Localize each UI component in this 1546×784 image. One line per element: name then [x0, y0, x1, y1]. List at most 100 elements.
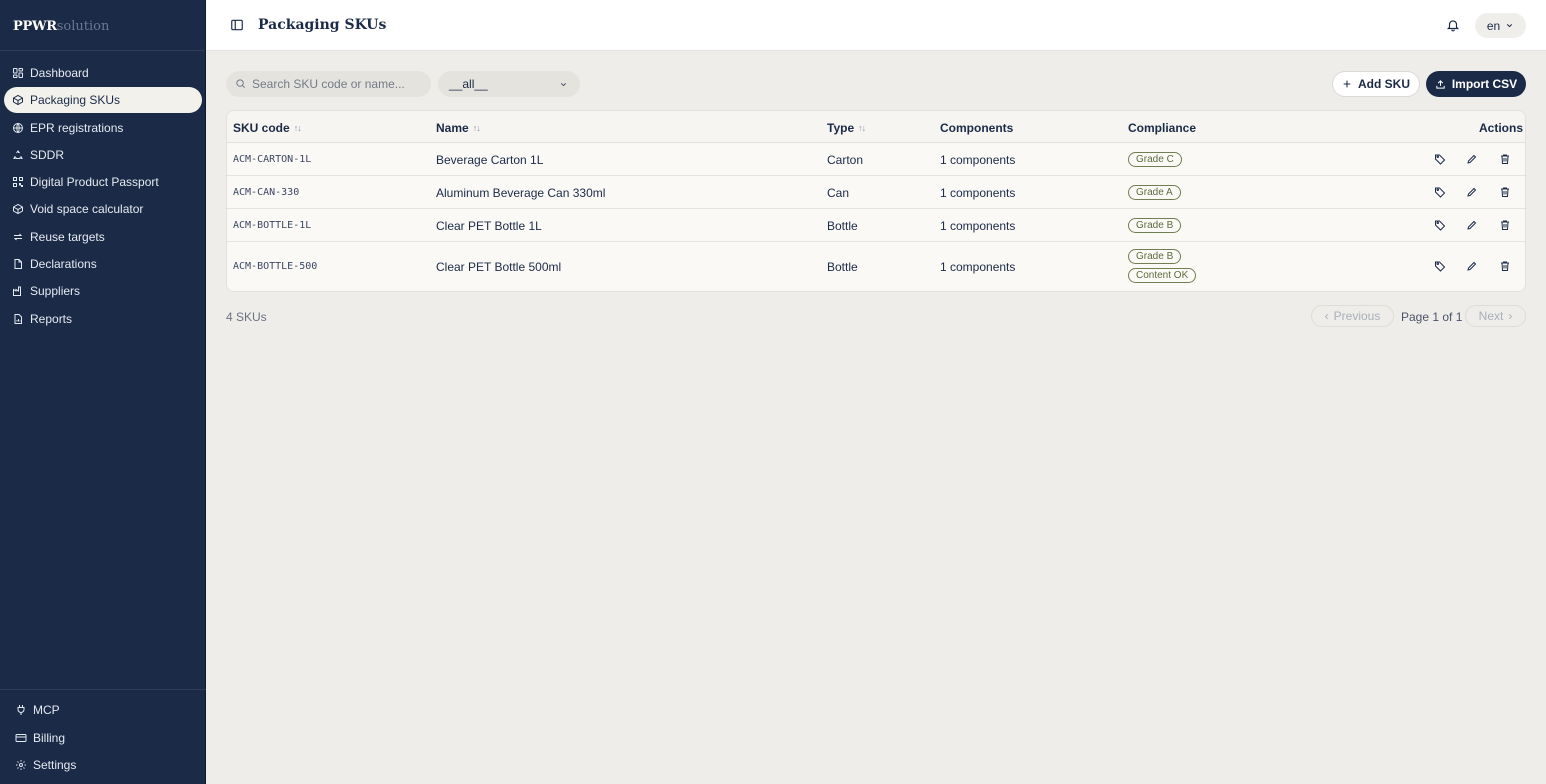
sku-code: ACM-CAN-330 [233, 187, 300, 198]
language-select[interactable]: en [1475, 13, 1526, 38]
table-header: SKU code ↑↓ Name ↑↓ Type ↑↓ Components Comp… [227, 111, 1525, 143]
chevron-down-icon [1507, 24, 1513, 28]
chevron-left-icon: ‹ [1324, 309, 1329, 323]
tag-icon[interactable] [1434, 186, 1446, 198]
sidebar-item-label: Settings [33, 758, 77, 772]
tag-icon[interactable] [1434, 260, 1446, 272]
sidebar-item-reuse-targets[interactable]: Reuse targets [4, 224, 202, 250]
box-icon [11, 94, 24, 107]
brand-name-primary: PPWR [13, 19, 57, 34]
edit-icon[interactable] [1466, 260, 1478, 272]
chevron-down-icon [560, 83, 567, 87]
sidebar-item-label: Void space calculator [30, 202, 144, 217]
sidebar-item-reports[interactable]: Reports [4, 306, 202, 332]
column-header-components: Components [940, 121, 1013, 135]
sku-type: Bottle [827, 260, 858, 274]
tag-icon[interactable] [1434, 153, 1446, 165]
sidebar-item-declarations[interactable]: Declarations [4, 251, 202, 277]
trash-icon[interactable] [1499, 219, 1511, 231]
sidebar-toggle-icon[interactable] [230, 18, 244, 32]
add-sku-button[interactable]: Add SKU [1332, 71, 1420, 97]
sidebar-nav: Dashboard Packaging SKUs EPR registratio… [0, 60, 206, 333]
sku-components: 1 components [940, 260, 1016, 274]
previous-label: Previous [1333, 309, 1381, 323]
search-box [226, 71, 431, 97]
sort-icon: ↑↓ [858, 123, 866, 133]
next-page-button[interactable]: Next › [1465, 305, 1526, 327]
tag-icon[interactable] [1434, 219, 1446, 231]
sidebar-item-label: EPR registrations [30, 120, 124, 135]
bell-icon[interactable] [1446, 18, 1460, 32]
column-header-type[interactable]: Type ↑↓ [827, 121, 866, 135]
trash-icon[interactable] [1499, 186, 1511, 198]
qr-code-icon [11, 176, 24, 189]
sidebar-item-settings[interactable]: Settings [4, 752, 202, 778]
sidebar-item-suppliers[interactable]: Suppliers [4, 278, 202, 304]
previous-page-button[interactable]: ‹ Previous [1311, 305, 1394, 327]
sidebar-item-digital-product-passport[interactable]: Digital Product Passport [4, 169, 202, 195]
sidebar-item-mcp[interactable]: MCP [4, 697, 202, 723]
sidebar-item-label: Reuse targets [30, 229, 105, 244]
table-row[interactable]: ACM-BOTTLE-1L Clear PET Bottle 1L Bottle… [227, 209, 1525, 242]
column-header-label: SKU code [233, 121, 290, 135]
sidebar-item-label: Dashboard [30, 66, 89, 80]
import-csv-button[interactable]: Import CSV [1426, 71, 1526, 97]
sku-code: ACM-BOTTLE-500 [233, 261, 318, 272]
next-label: Next [1478, 309, 1504, 323]
brand-logo[interactable]: PPWRsolution [0, 0, 205, 51]
top-header: Packaging SKUs en [206, 0, 1546, 51]
page-title: Packaging SKUs [258, 17, 387, 33]
compliance-badge: Grade C [1128, 152, 1182, 167]
sku-components: 1 components [940, 186, 1016, 200]
sku-name: Clear PET Bottle 500ml [436, 260, 562, 274]
sku-name: Beverage Carton 1L [436, 153, 544, 167]
recycle-icon [11, 148, 24, 161]
language-value: en [1486, 18, 1501, 33]
sidebar-item-packaging-skus[interactable]: Packaging SKUs [4, 87, 202, 114]
credit-card-icon [14, 731, 27, 744]
sidebar-item-epr-registrations[interactable]: EPR registrations [4, 115, 202, 141]
dashboard-icon [11, 67, 24, 80]
edit-icon[interactable] [1466, 153, 1478, 165]
chevron-right-icon: › [1508, 309, 1513, 323]
compliance-badge: Grade B [1128, 249, 1182, 264]
repeat-icon [11, 230, 24, 243]
plug-icon [14, 704, 27, 717]
table-row[interactable]: ACM-BOTTLE-500 Clear PET Bottle 500ml Bo… [227, 242, 1525, 291]
sidebar-item-void-space-calculator[interactable]: Void space calculator [4, 196, 202, 222]
column-header-compliance: Compliance [1128, 121, 1196, 135]
import-csv-label: Import CSV [1451, 77, 1518, 91]
table-row[interactable]: ACM-CAN-330 Aluminum Beverage Can 330ml … [227, 176, 1525, 209]
sidebar-item-label: SDDR [30, 147, 65, 162]
sku-type: Can [827, 186, 850, 200]
sku-code: ACM-CARTON-1L [233, 154, 312, 165]
brand-name-secondary: solution [56, 19, 110, 34]
sidebar: PPWRsolution Dashboard Packaging SKUs EP… [0, 0, 206, 784]
trash-icon[interactable] [1499, 260, 1511, 272]
gear-icon [14, 759, 27, 772]
sidebar-item-dashboard[interactable]: Dashboard [4, 60, 202, 86]
sku-table: SKU code ↑↓ Name ↑↓ Type ↑↓ Components Comp… [226, 110, 1526, 292]
compliance-badge: Content OK [1128, 268, 1197, 283]
sidebar-item-label: Billing [33, 730, 66, 745]
compliance-badge: Grade A [1128, 185, 1181, 200]
type-filter-select[interactable]: __all__ [438, 71, 580, 97]
sku-name: Aluminum Beverage Can 330ml [436, 186, 606, 200]
column-header-label: Type [827, 121, 855, 135]
sidebar-item-label: Packaging SKUs [30, 93, 121, 108]
edit-icon[interactable] [1466, 219, 1478, 231]
edit-icon[interactable] [1466, 186, 1478, 198]
sidebar-item-sddr[interactable]: SDDR [4, 142, 202, 168]
sidebar-item-label: Digital Product Passport [30, 175, 159, 190]
column-header-name[interactable]: Name ↑↓ [436, 121, 481, 135]
sidebar-item-billing[interactable]: Billing [4, 725, 202, 751]
column-header-label: Name [436, 121, 469, 135]
table-row[interactable]: ACM-CARTON-1L Beverage Carton 1L Carton … [227, 143, 1525, 176]
search-input[interactable] [252, 71, 427, 97]
sort-icon: ↑↓ [293, 123, 302, 133]
file-icon [11, 258, 24, 271]
trash-icon[interactable] [1499, 153, 1511, 165]
column-header-label: Components [940, 121, 1014, 135]
column-header-sku-code[interactable]: SKU code ↑↓ [233, 121, 302, 135]
report-icon [11, 312, 24, 325]
